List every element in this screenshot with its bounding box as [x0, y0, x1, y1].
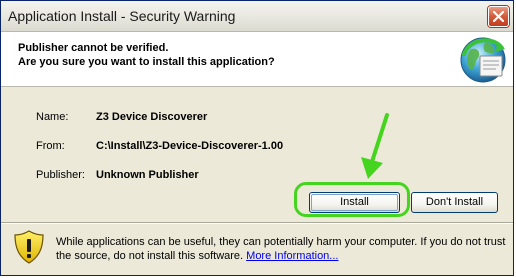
- header-warning-line: Publisher cannot be verified.: [18, 42, 169, 54]
- dialog-footer: While applications can be useful, they c…: [1, 225, 513, 275]
- globe-install-icon: [460, 37, 506, 83]
- warning-shield-icon: [14, 230, 44, 264]
- header-question-line: Are you sure you want to install this ap…: [18, 56, 275, 68]
- install-button[interactable]: Install: [309, 192, 400, 213]
- name-label: Name:: [36, 111, 69, 123]
- from-value: C:\Install\Z3-Device-Discoverer-1.00: [96, 140, 284, 152]
- close-button[interactable]: [488, 6, 509, 27]
- name-value: Z3 Device Discoverer: [96, 111, 208, 123]
- security-warning-text: While applications can be useful, they c…: [56, 235, 506, 263]
- security-warning-dialog: Application Install - Security Warning P…: [0, 0, 514, 276]
- dont-install-button[interactable]: Don't Install: [411, 192, 498, 213]
- publisher-label: Publisher:: [36, 169, 85, 181]
- footer-divider: [1, 222, 513, 224]
- title-bar[interactable]: Application Install - Security Warning: [1, 1, 513, 32]
- green-arrow: [361, 113, 389, 179]
- more-information-link[interactable]: More Information...: [246, 250, 338, 262]
- window-title: Application Install - Security Warning: [8, 8, 236, 24]
- close-icon: [493, 11, 504, 22]
- from-label: From:: [36, 140, 65, 152]
- publisher-value: Unknown Publisher: [96, 169, 199, 181]
- dialog-header: Publisher cannot be verified. Are you su…: [1, 32, 513, 87]
